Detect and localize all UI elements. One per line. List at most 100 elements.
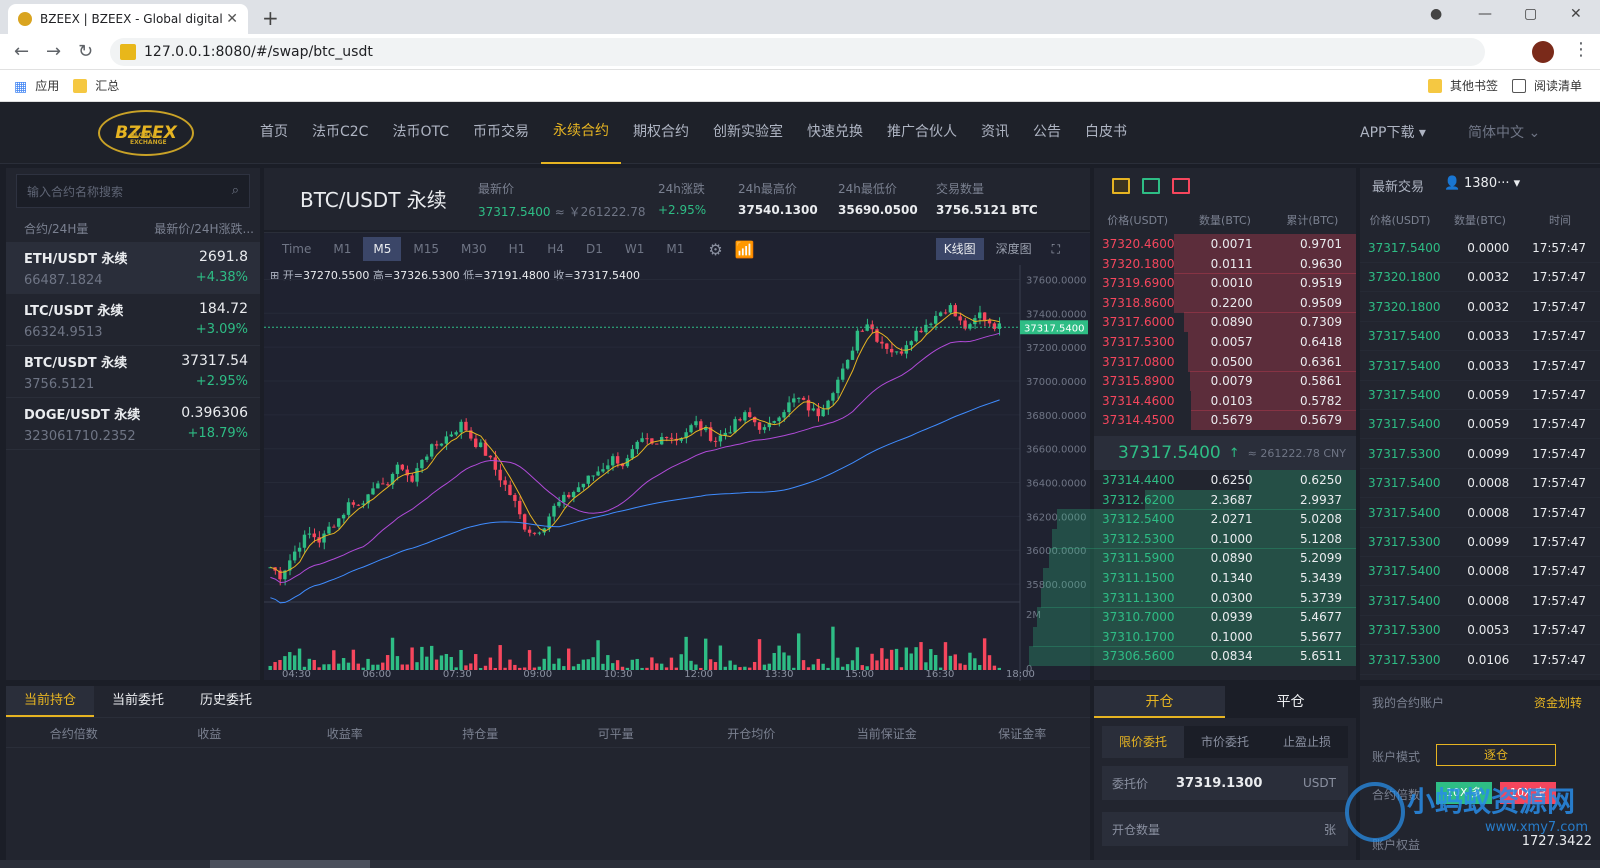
nav-item-8[interactable]: 推广合伙人 [875, 102, 969, 164]
nav-item-7[interactable]: 快速兑换 [795, 102, 875, 164]
nav-item-3[interactable]: 币币交易 [461, 102, 541, 164]
tab-close[interactable]: 平仓 [1225, 686, 1356, 718]
browser-menu-icon[interactable]: ⋮ [1572, 39, 1590, 60]
settings-gear-icon[interactable]: ⚙ [708, 240, 722, 259]
bid-row[interactable]: 37306.5600 0.0834 5.6511 [1029, 646, 1356, 667]
nav-item-10[interactable]: 公告 [1021, 102, 1073, 164]
volume-bar [904, 647, 909, 670]
kline-chart[interactable]: Time M1 M5 M15 M30 H1 H4 D1 W1 M1 ⚙ 📶 K线图 深度图 ⛶ ⊞… [264, 232, 1090, 681]
transfer-link[interactable]: 资金划转 [1534, 694, 1582, 711]
profile-dropdown-icon[interactable]: ● [1430, 6, 1442, 22]
tab-open[interactable]: 开仓 [1094, 686, 1225, 718]
nav-item-4[interactable]: 永续合约 [541, 102, 621, 164]
positions-tab-2[interactable]: 历史委托 [182, 686, 270, 717]
ask-row[interactable]: 37320.4600 0.0071 0.9701 [1094, 234, 1356, 254]
bid-row[interactable]: 37311.1300 0.0300 5.3739 [1041, 587, 1356, 608]
tab-limit[interactable]: 限价委托 [1102, 726, 1184, 758]
nav-item-11[interactable]: 白皮书 [1073, 102, 1139, 164]
interval-button-6[interactable]: H4 [537, 237, 574, 261]
nav-item-5[interactable]: 期权合约 [621, 102, 701, 164]
chart-canvas[interactable]: 37600.0000 37400.0000 37200.0000 37000.0000… [264, 265, 1090, 681]
positions-tab-1[interactable]: 当前委托 [94, 686, 182, 717]
close-window-icon[interactable]: ✕ [1570, 6, 1582, 22]
fullscreen-icon[interactable]: ⛶ [1044, 238, 1068, 260]
bid-row[interactable]: 37312.6200 2.3687 2.9937 [1094, 489, 1356, 510]
reading-list[interactable]: 阅读清单 [1511, 77, 1582, 94]
site-info-icon[interactable] [120, 44, 136, 60]
language-select[interactable]: 简体中文 ⌄ [1468, 122, 1540, 142]
book-asks-icon[interactable] [1172, 178, 1190, 194]
ask-row[interactable]: 37317.0800 0.0500 0.6361 [1094, 351, 1356, 372]
back-icon[interactable]: ← [14, 41, 29, 62]
price-input[interactable]: 委托价 37319.1300 USDT [1102, 766, 1348, 800]
market-row[interactable]: LTC/USDT 永续 184.72 66324.9513 +3.09% [6, 294, 260, 346]
nav-item-2[interactable]: 法币OTC [380, 102, 461, 164]
new-tab-icon[interactable]: + [262, 6, 279, 30]
candle-body [919, 330, 923, 333]
minimize-icon[interactable]: — [1478, 6, 1492, 22]
search-icon[interactable]: ⌕ [232, 183, 239, 198]
interval-button-4[interactable]: M30 [451, 237, 497, 261]
bid-row[interactable]: 37314.4400 0.6250 0.6250 [1094, 470, 1356, 490]
browser-tab[interactable]: BZEEX | BZEEX - Global digital ✕ [8, 4, 248, 34]
market-row[interactable]: DOGE/USDT 永续 0.396306 323061710.2352 +18.79… [6, 398, 260, 450]
ask-row[interactable]: 37315.8900 0.0079 0.5861 [1094, 371, 1356, 392]
bid-row[interactable]: 37312.5300 0.1000 5.1208 [1052, 528, 1356, 549]
trade-price: 37317.5400 [1368, 388, 1441, 402]
interval-button-1[interactable]: M1 [323, 237, 361, 261]
leverage-short-button[interactable]: 10X 空 [1500, 782, 1556, 804]
ask-row[interactable]: 37318.8600 0.2200 0.9509 [1094, 292, 1356, 313]
nav-item-6[interactable]: 创新实验室 [701, 102, 795, 164]
interval-button-2[interactable]: M5 [363, 237, 402, 261]
ask-row[interactable]: 37320.1800 0.0111 0.9630 [1094, 253, 1356, 274]
scrollbar-thumb[interactable] [210, 860, 370, 868]
bid-row[interactable]: 37311.1500 0.1340 5.3439 [1042, 568, 1356, 588]
interval-button-7[interactable]: D1 [576, 237, 613, 261]
reload-icon[interactable]: ↻ [78, 41, 93, 62]
bid-row[interactable]: 37310.1700 0.1000 5.5677 [1032, 626, 1356, 647]
interval-button-3[interactable]: M15 [403, 237, 449, 261]
url-bar[interactable]: 127.0.0.1:8080/#/swap/btc_usdt [110, 38, 1485, 66]
user-icon[interactable]: 👤 [1444, 176, 1460, 191]
ask-row[interactable]: 37317.6000 0.0890 0.7309 [1094, 312, 1356, 333]
interval-button-9[interactable]: M1 [656, 237, 694, 261]
nav-item-0[interactable]: 首页 [248, 102, 300, 164]
ask-row[interactable]: 37314.4500 0.5679 0.5679 [1094, 410, 1356, 431]
market-row[interactable]: ETH/USDT 永续 2691.8 66487.1824 +4.38% [6, 242, 260, 294]
market-row[interactable]: BTC/USDT 永续 37317.54 3756.5121 +2.95% [6, 346, 260, 398]
logo[interactable]: BZEEX GLOBAL EXCHANGE [98, 110, 194, 156]
interval-button-5[interactable]: H1 [499, 237, 536, 261]
bookmark-apps[interactable]: ▦ 应用 [14, 77, 59, 95]
ask-total: 0.9509 [1299, 295, 1342, 310]
interval-button-0[interactable]: Time [272, 237, 321, 261]
extension-icon[interactable] [1532, 41, 1554, 63]
margin-mode-button[interactable]: 逐仓 [1436, 744, 1556, 766]
bid-row[interactable]: 37311.5900 0.0890 5.2099 [1048, 548, 1356, 569]
book-both-icon[interactable] [1112, 178, 1130, 194]
ask-row[interactable]: 37317.5300 0.0057 0.6418 [1094, 332, 1356, 352]
nav-item-1[interactable]: 法币C2C [300, 102, 380, 164]
ask-row[interactable]: 37314.4600 0.0103 0.5782 [1094, 390, 1356, 411]
book-bids-icon[interactable] [1142, 178, 1160, 194]
depth-view-button[interactable]: 深度图 [988, 238, 1040, 260]
leverage-long-button[interactable]: 10X 多 [1436, 782, 1492, 804]
search-input[interactable]: 输入合约名称搜索 ⌕ [16, 174, 250, 208]
bookmark-folder[interactable]: 汇总 [73, 77, 119, 94]
ask-row[interactable]: 37319.6900 0.0010 0.9519 [1094, 273, 1356, 294]
nav-item-9[interactable]: 资讯 [969, 102, 1021, 164]
positions-tab-0[interactable]: 当前持仓 [6, 686, 95, 717]
interval-button-8[interactable]: W1 [615, 237, 655, 261]
forward-icon[interactable]: → [46, 41, 61, 62]
tab-market[interactable]: 市价委托 [1184, 726, 1266, 758]
app-download-menu[interactable]: APP下载 ▾ [1360, 122, 1426, 142]
bid-row[interactable]: 37312.5400 2.0271 5.0208 [1056, 509, 1356, 530]
user-menu[interactable]: 1380··· ▾ [1464, 176, 1520, 191]
maximize-icon[interactable]: ▢ [1524, 6, 1537, 22]
kline-view-button[interactable]: K线图 [935, 238, 984, 260]
tab-stop[interactable]: 止盈止损 [1266, 726, 1348, 758]
quantity-input[interactable]: 开仓数量 张 [1102, 812, 1348, 846]
close-tab-icon[interactable]: ✕ [226, 11, 238, 27]
indicators-icon[interactable]: 📶 [735, 240, 755, 259]
bookmark-other[interactable]: 其他书签 [1427, 77, 1498, 94]
bid-row[interactable]: 37310.7000 0.0939 5.4677 [1037, 607, 1356, 628]
